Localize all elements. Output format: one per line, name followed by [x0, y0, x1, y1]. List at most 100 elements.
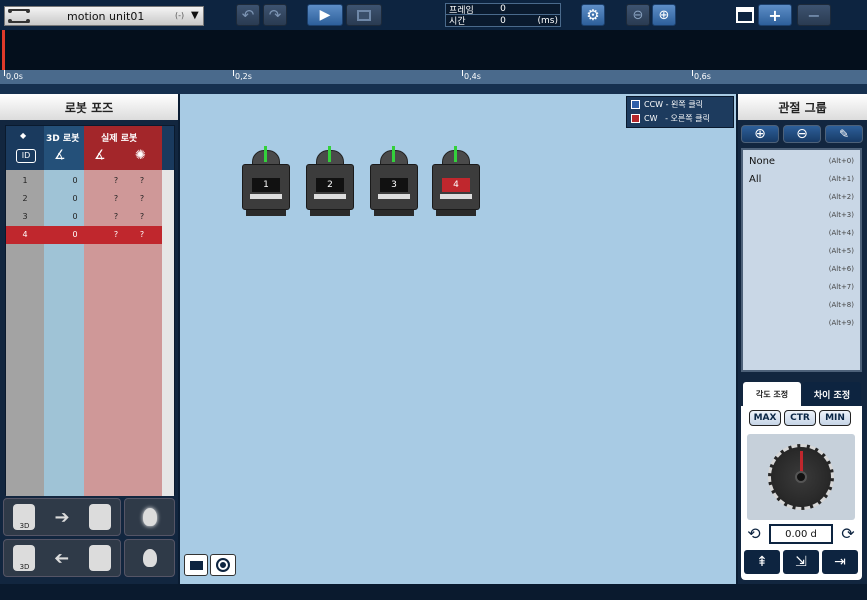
panel-title: 로봇 포즈 — [0, 94, 178, 120]
servo-feet — [374, 210, 414, 216]
cw-swatch — [631, 113, 640, 123]
gear-icon: ⚙ — [586, 6, 600, 24]
plus-icon: + — [768, 5, 782, 25]
mirror-axis-button[interactable]: ⇞ — [744, 550, 780, 574]
list-item[interactable]: (Alt+2) — [743, 188, 860, 206]
servo-3[interactable]: 3 — [370, 146, 418, 218]
servo-indicator — [264, 146, 267, 162]
list-item[interactable]: (Alt+3) — [743, 206, 860, 224]
zoom-in-button[interactable]: ⊕ — [652, 4, 676, 26]
frame-time-display: 프레임 0 시간 0 (ms) — [445, 3, 561, 27]
remove-group-button[interactable]: ⊖ — [783, 125, 821, 143]
servo-id-plate: 2 — [316, 178, 344, 192]
max-button[interactable]: MAX — [749, 410, 781, 426]
tab-angle-adjust[interactable]: 각도 조정 — [743, 382, 801, 406]
list-item[interactable]: (Alt+4) — [743, 224, 860, 242]
row-angle: 0 — [72, 194, 78, 203]
rotation-legend: CCW - 왼쪽 클릭 CW - 오른쪽 클릭 — [626, 96, 734, 128]
record-circle-icon — [216, 558, 230, 572]
servo-2[interactable]: 2 — [306, 146, 354, 218]
zoom-out-button[interactable]: ⊖ — [626, 4, 650, 26]
undo-icon: ↶ — [241, 6, 255, 24]
robot-pose-panel: 로봇 포즈 ◆ 3D 로봇 실제 로봇 ID ∡ ∡ ✺ 1 0 ? ? 2 0… — [0, 94, 178, 584]
servo-feet — [246, 210, 286, 216]
list-item[interactable]: None (Alt+0) — [743, 152, 860, 170]
angle-icon: ∡ — [94, 148, 106, 163]
frame-value: 0 — [500, 4, 506, 14]
list-item[interactable]: (Alt+5) — [743, 242, 860, 260]
snapshot-button[interactable] — [210, 554, 236, 576]
clapperboard-icon[interactable] — [736, 7, 754, 23]
group-shortcut: (Alt+3) — [828, 211, 854, 219]
chevron-down-icon: ▼ — [191, 10, 199, 21]
add-group-button[interactable]: ⊕ — [741, 125, 779, 143]
servo-id-plate: 4 — [442, 178, 470, 192]
playhead[interactable] — [2, 30, 5, 70]
tab-diff-adjust[interactable]: 차이 조정 — [803, 382, 861, 406]
robot-canvas[interactable]: CCW - 왼쪽 클릭 CW - 오른쪽 클릭 1 2 3 4 — [180, 94, 736, 584]
record-button[interactable] — [346, 4, 382, 26]
servo-1[interactable]: 1 — [242, 146, 290, 218]
led-off-button[interactable] — [124, 539, 175, 577]
sync-3d-to-real-button[interactable]: 3D ➔ — [3, 498, 121, 536]
angle-value-field[interactable]: 0.00 d — [769, 524, 833, 544]
axis-horizontal-icon: ⇥ — [834, 554, 846, 570]
add-frame-button[interactable]: + — [758, 4, 792, 26]
tab-label: 차이 조정 — [813, 390, 851, 401]
time-ruler[interactable]: 0,0s 0,2s 0,4s 0,6s — [0, 70, 867, 84]
arrow-right-icon: ➔ — [54, 506, 70, 528]
led-on-button[interactable] — [124, 498, 175, 536]
row-angle: 0 — [72, 212, 78, 221]
center-button[interactable]: CTR — [784, 410, 816, 426]
remove-frame-button[interactable]: − — [797, 4, 831, 26]
status-bar — [0, 584, 867, 600]
sync-real-to-3d-button[interactable]: 3D ➔ — [3, 539, 121, 577]
list-item[interactable]: All (Alt+1) — [743, 170, 860, 188]
robot-real-icon — [88, 545, 111, 571]
list-item[interactable]: (Alt+8) — [743, 296, 860, 314]
table-row-selected[interactable]: 4 0 ? ? — [6, 226, 162, 244]
pose-table: ◆ 3D 로봇 실제 로봇 ID ∡ ∡ ✺ 1 0 ? ? 2 0 ? ? 3… — [5, 125, 175, 496]
edit-group-button[interactable]: ✎ — [825, 125, 863, 143]
rotate-ccw-button[interactable]: ⟲ — [743, 524, 765, 544]
settings-button[interactable]: ⚙ — [581, 4, 605, 26]
row-id: 1 — [22, 176, 28, 185]
angle-dial[interactable] — [768, 444, 834, 510]
angle-icon: ∡ — [54, 148, 66, 163]
row-real-angle: ? — [113, 212, 119, 221]
servo-feet — [310, 210, 350, 216]
list-item[interactable]: (Alt+9) — [743, 314, 860, 332]
servo-indicator — [392, 146, 395, 162]
group-shortcut: (Alt+9) — [828, 319, 854, 327]
list-item[interactable]: (Alt+6) — [743, 260, 860, 278]
redo-button[interactable]: ↷ — [263, 4, 287, 26]
servo-indicator — [328, 146, 331, 162]
mirror-diagonal-button[interactable]: ⇲ — [783, 550, 819, 574]
table-row[interactable]: 2 0 ? ? — [6, 190, 162, 208]
group-shortcut: (Alt+8) — [828, 301, 854, 309]
rotate-cw-button[interactable]: ⟳ — [837, 524, 859, 544]
group-shortcut: (Alt+7) — [828, 283, 854, 291]
table-row[interactable]: 3 0 ? ? — [6, 208, 162, 226]
play-icon: ▶ — [319, 7, 331, 23]
motion-unit-suffix: (-) — [175, 11, 185, 20]
light-bulb-icon: ✺ — [135, 148, 146, 163]
row-real-light: ? — [139, 230, 145, 239]
table-row[interactable]: 1 0 ? ? — [6, 172, 162, 190]
row-real-angle: ? — [113, 194, 119, 203]
undo-button[interactable]: ↶ — [236, 4, 260, 26]
top-toolbar: motion unit01 (-) ▼ ↶ ↷ ▶ 프레임 0 시간 0 (ms… — [0, 0, 867, 30]
diamond-icon: ◆ — [20, 131, 27, 140]
camera-button[interactable] — [184, 554, 208, 576]
play-button[interactable]: ▶ — [307, 4, 343, 26]
motion-unit-select[interactable]: motion unit01 (-) ▼ — [4, 6, 204, 26]
time-unit: (ms) — [537, 15, 558, 26]
servo-4[interactable]: 4 — [432, 146, 480, 218]
redo-icon: ↷ — [268, 6, 282, 24]
tick-label: 0,2s — [235, 72, 252, 81]
min-button[interactable]: MIN — [819, 410, 851, 426]
list-item[interactable]: (Alt+7) — [743, 278, 860, 296]
panel-title: 관절 그룹 — [738, 94, 867, 120]
servo-label-strip — [314, 194, 346, 199]
mirror-horizontal-button[interactable]: ⇥ — [822, 550, 858, 574]
